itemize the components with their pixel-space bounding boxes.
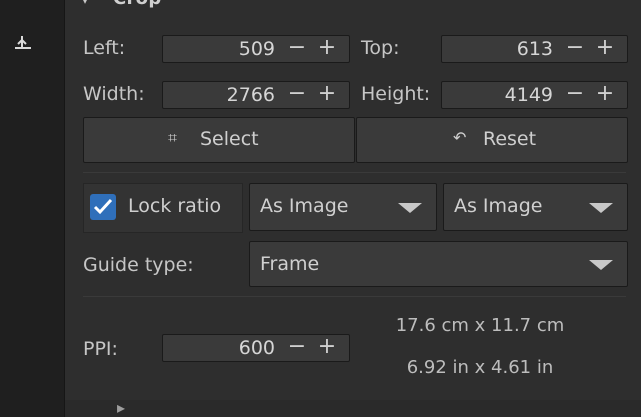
ppi-label: PPI: — [83, 338, 118, 360]
ppi-value[interactable]: 600 — [239, 335, 275, 361]
output-size-in: 6.92 in x 4.61 in — [406, 357, 554, 378]
ratio-select-1[interactable]: As Image — [249, 183, 437, 231]
collapse-arrow-icon[interactable]: ▾ — [81, 0, 89, 8]
height-decrement-button[interactable]: − — [561, 82, 589, 108]
width-spinbox[interactable]: 2766 − + — [162, 81, 350, 109]
output-size-cm: 17.6 cm x 11.7 cm — [395, 315, 565, 336]
top-increment-button[interactable]: + — [591, 36, 619, 62]
left-decrement-button[interactable]: − — [283, 36, 311, 62]
dropdown-arrow-icon — [589, 203, 613, 213]
checkmark-icon — [93, 198, 113, 215]
ratio-select-1-value: As Image — [260, 195, 349, 217]
left-toolbar — [0, 0, 64, 417]
width-decrement-button[interactable]: − — [283, 82, 311, 108]
dropdown-arrow-icon — [589, 260, 613, 270]
top-label: Top: — [361, 37, 400, 59]
width-increment-button[interactable]: + — [313, 82, 341, 108]
select-button-label: Select — [200, 128, 259, 150]
guide-type-label: Guide type: — [83, 254, 194, 276]
width-value[interactable]: 2766 — [227, 82, 275, 108]
reset-button-label: Reset — [483, 128, 537, 150]
crop-section-title: Crop — [113, 0, 162, 9]
height-value[interactable]: 4149 — [505, 82, 553, 108]
lock-ratio-checkbox[interactable] — [90, 194, 116, 220]
left-spinbox[interactable]: 509 − + — [162, 35, 350, 63]
lock-ratio-toggle[interactable]: Lock ratio — [83, 183, 243, 233]
ppi-spinbox[interactable]: 600 − + — [162, 334, 350, 362]
crop-select-icon: ⌗ — [168, 128, 178, 147]
height-label: Height: — [361, 83, 431, 105]
height-increment-button[interactable]: + — [591, 82, 619, 108]
lock-ratio-label: Lock ratio — [128, 195, 222, 217]
guide-type-value: Frame — [260, 253, 320, 275]
next-section-header[interactable] — [65, 400, 641, 417]
top-value[interactable]: 613 — [517, 36, 553, 62]
left-label: Left: — [83, 37, 126, 59]
left-increment-button[interactable]: + — [313, 36, 341, 62]
crop-tool-icon[interactable] — [12, 34, 32, 54]
ratio-select-2-value: As Image — [454, 195, 543, 217]
crop-panel: ▾ Crop Left: 509 − + Top: 613 − + Width:… — [65, 0, 641, 417]
dropdown-arrow-icon — [398, 203, 422, 213]
height-spinbox[interactable]: 4149 − + — [441, 81, 628, 109]
expand-arrow-icon[interactable]: ▸ — [117, 398, 125, 417]
guide-type-select[interactable]: Frame — [249, 241, 628, 287]
ppi-decrement-button[interactable]: − — [283, 335, 311, 361]
width-label: Width: — [83, 83, 145, 105]
divider — [83, 172, 626, 173]
reset-button[interactable]: ↶ Reset — [356, 117, 628, 163]
top-decrement-button[interactable]: − — [561, 36, 589, 62]
top-spinbox[interactable]: 613 − + — [441, 35, 628, 63]
crop-section-header[interactable]: ▾ Crop — [65, 0, 641, 18]
divider — [83, 296, 626, 297]
ratio-select-2[interactable]: As Image — [443, 183, 628, 231]
left-value[interactable]: 509 — [239, 36, 275, 62]
reset-arrow-icon: ↶ — [453, 128, 467, 147]
select-button[interactable]: ⌗ Select — [83, 117, 355, 163]
ppi-increment-button[interactable]: + — [313, 335, 341, 361]
